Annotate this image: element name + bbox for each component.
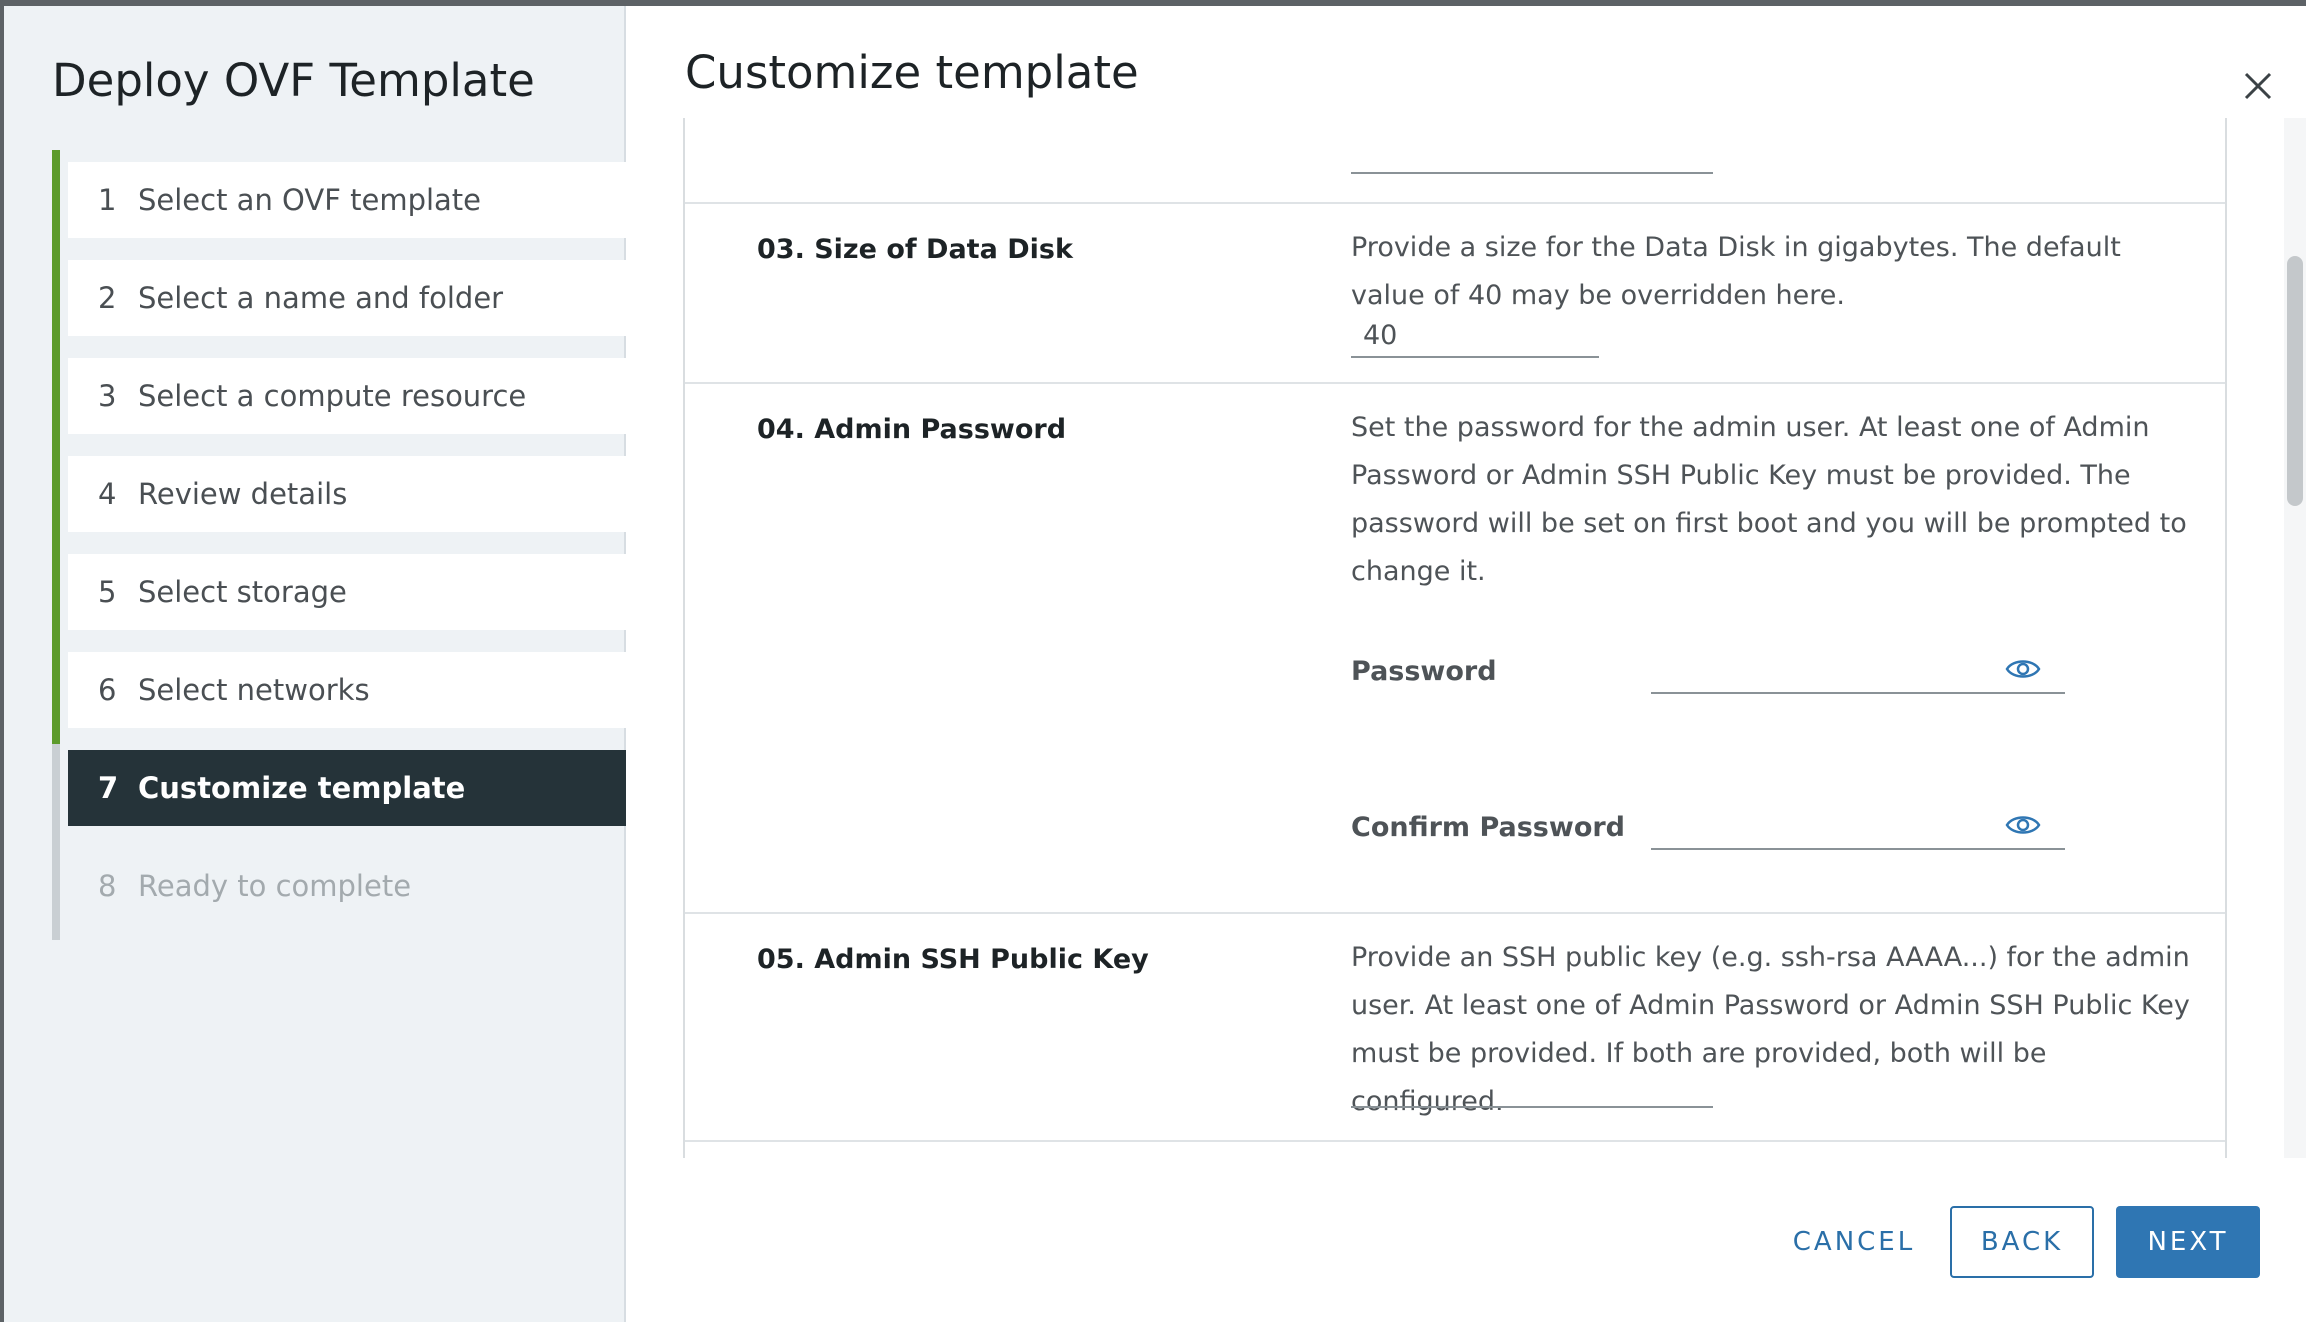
step-label: Select an OVF template xyxy=(138,183,482,217)
show-confirm-password-eye-icon[interactable] xyxy=(2005,811,2041,839)
back-button[interactable]: BACK xyxy=(1950,1206,2094,1278)
wizard-step-3[interactable]: 3 Select a compute resource xyxy=(68,358,626,434)
wizard-step-1[interactable]: 1 Select an OVF template xyxy=(68,162,626,238)
properties-scroll-area[interactable]: 03. Size of Data Disk Provide a size for… xyxy=(683,118,2227,1158)
property-label: 05. Admin SSH Public Key xyxy=(757,944,1149,975)
step-label: Select storage xyxy=(138,575,347,609)
property-row-previous xyxy=(685,118,2225,204)
step-number: 2 xyxy=(98,281,117,315)
property-row-admin-password: 04. Admin Password Set the password for … xyxy=(685,384,2225,914)
wizard-step-2[interactable]: 2 Select a name and folder xyxy=(68,260,626,336)
close-icon[interactable] xyxy=(2238,66,2278,106)
wizard-step-5[interactable]: 5 Select storage xyxy=(68,554,626,630)
step-progress-completed xyxy=(52,150,60,744)
wizard-step-4[interactable]: 4 Review details xyxy=(68,456,626,532)
step-label: Review details xyxy=(138,477,348,511)
step-label: Select a name and folder xyxy=(138,281,504,315)
confirm-password-label: Confirm Password xyxy=(1351,812,1626,843)
password-label: Password xyxy=(1351,656,1497,687)
property-row-ssh-key: 05. Admin SSH Public Key Provide an SSH … xyxy=(685,914,2225,1142)
ssh-public-key-input[interactable] xyxy=(1351,1064,1713,1108)
wizard-sidebar: Deploy OVF Template 1 Select an OVF temp… xyxy=(4,6,626,1322)
scrollbar-thumb[interactable] xyxy=(2287,256,2303,506)
property-label: 03. Size of Data Disk xyxy=(757,234,1073,265)
page-title: Customize template xyxy=(685,46,1139,99)
property-row-data-disk: 03. Size of Data Disk Provide a size for… xyxy=(685,204,2225,384)
step-number: 4 xyxy=(98,477,117,511)
data-disk-size-input[interactable] xyxy=(1351,314,1599,358)
step-number: 5 xyxy=(98,575,117,609)
property-description: Provide a size for the Data Disk in giga… xyxy=(1351,232,2121,311)
wizard-title: Deploy OVF Template xyxy=(52,54,535,107)
confirm-password-input[interactable] xyxy=(1651,800,2065,850)
show-password-eye-icon[interactable] xyxy=(2005,655,2041,683)
step-number: 3 xyxy=(98,379,117,413)
step-label: Select a compute resource xyxy=(138,379,527,413)
step-label: Select networks xyxy=(138,673,370,707)
scrollbar[interactable] xyxy=(2284,118,2306,1158)
wizard-step-8: 8 Ready to complete xyxy=(68,848,626,924)
step-label: Customize template xyxy=(138,771,466,805)
step-label: Ready to complete xyxy=(138,869,412,903)
wizard-step-7-active[interactable]: 7 Customize template xyxy=(68,750,626,826)
wizard-step-6[interactable]: 6 Select networks xyxy=(68,652,626,728)
step-number: 7 xyxy=(98,771,119,805)
next-button[interactable]: NEXT xyxy=(2116,1206,2260,1278)
previous-field-underline[interactable] xyxy=(1351,164,1713,174)
property-description: Set the password for the admin user. At … xyxy=(1351,412,2187,587)
step-number: 6 xyxy=(98,673,117,707)
step-number: 8 xyxy=(98,869,117,903)
deploy-ovf-dialog: Deploy OVF Template 1 Select an OVF temp… xyxy=(4,6,2306,1322)
cancel-button[interactable]: CANCEL xyxy=(1774,1206,1934,1278)
step-number: 1 xyxy=(98,183,117,217)
password-input[interactable] xyxy=(1651,644,2065,694)
property-label: 04. Admin Password xyxy=(757,414,1067,445)
